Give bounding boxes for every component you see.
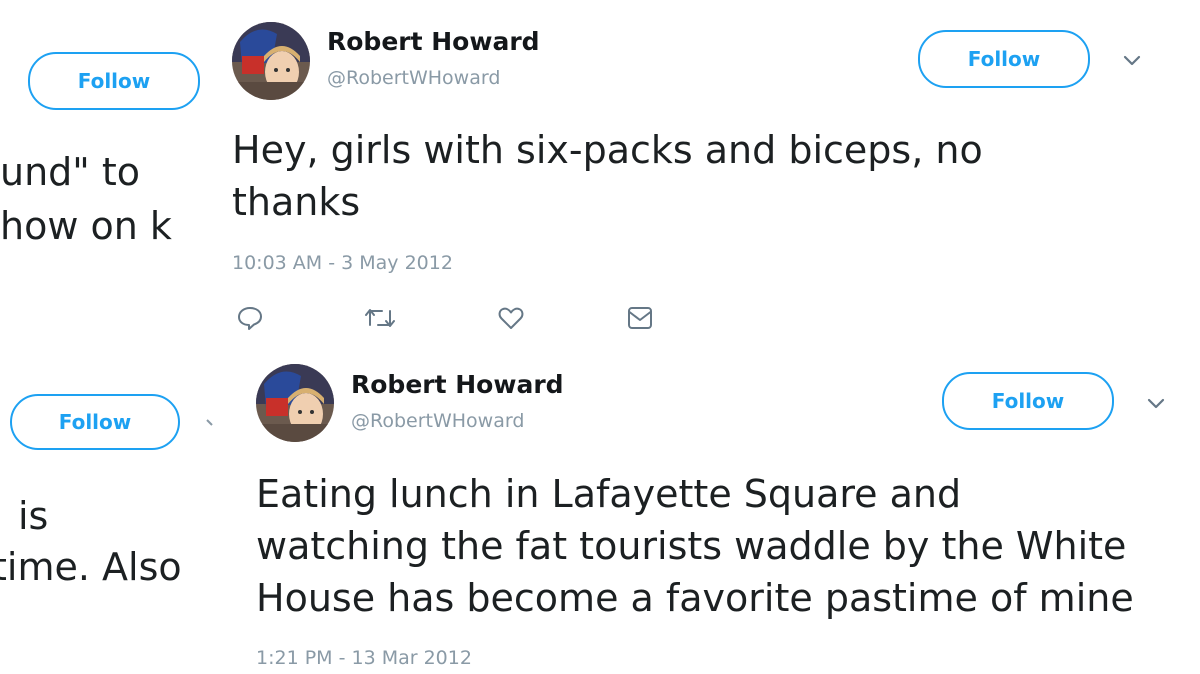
tweet-text-line: watching the fat tourists waddle by the … [256,524,1127,568]
tweet-text-line: Hey, girls with six-packs and biceps, no [232,128,983,172]
tweet-text-line: Eating lunch in Lafayette Square and [256,472,962,516]
chevron-down-icon[interactable] [1146,397,1166,411]
avatar[interactable] [256,364,334,442]
tweet-timestamp[interactable]: 1:21 PM - 13 Mar 2012 [256,647,472,669]
follow-button[interactable]: Follow [918,30,1090,88]
avatar-image [232,22,310,100]
tweet-author-handle[interactable]: @RobertWHoward [351,410,524,432]
left-follow-button-top[interactable]: Follow [28,52,200,110]
left-partial-text: is [18,494,49,538]
tweet-text-line: House has become a favorite pastime of m… [256,576,1134,620]
tweet-author-handle[interactable]: @RobertWHoward [327,67,500,89]
avatar-image [256,364,334,442]
chevron-down-icon[interactable] [205,418,219,428]
chevron-down-icon[interactable] [1122,54,1142,68]
tweet-author-name[interactable]: Robert Howard [327,27,540,56]
left-follow-button-bottom[interactable]: Follow [10,394,180,450]
like-icon[interactable] [497,305,525,331]
retweet-icon[interactable] [364,305,396,331]
left-partial-text: how on k [0,204,172,248]
tweet-text-line: thanks [232,180,361,224]
left-partial-text: time. Also [0,545,182,589]
tweet-timestamp[interactable]: 10:03 AM - 3 May 2012 [232,252,453,274]
direct-message-icon[interactable] [626,305,654,331]
reply-icon[interactable] [236,304,264,332]
follow-button[interactable]: Follow [942,372,1114,430]
avatar[interactable] [232,22,310,100]
left-partial-text: und" to [0,150,140,194]
tweet-author-name[interactable]: Robert Howard [351,370,564,399]
